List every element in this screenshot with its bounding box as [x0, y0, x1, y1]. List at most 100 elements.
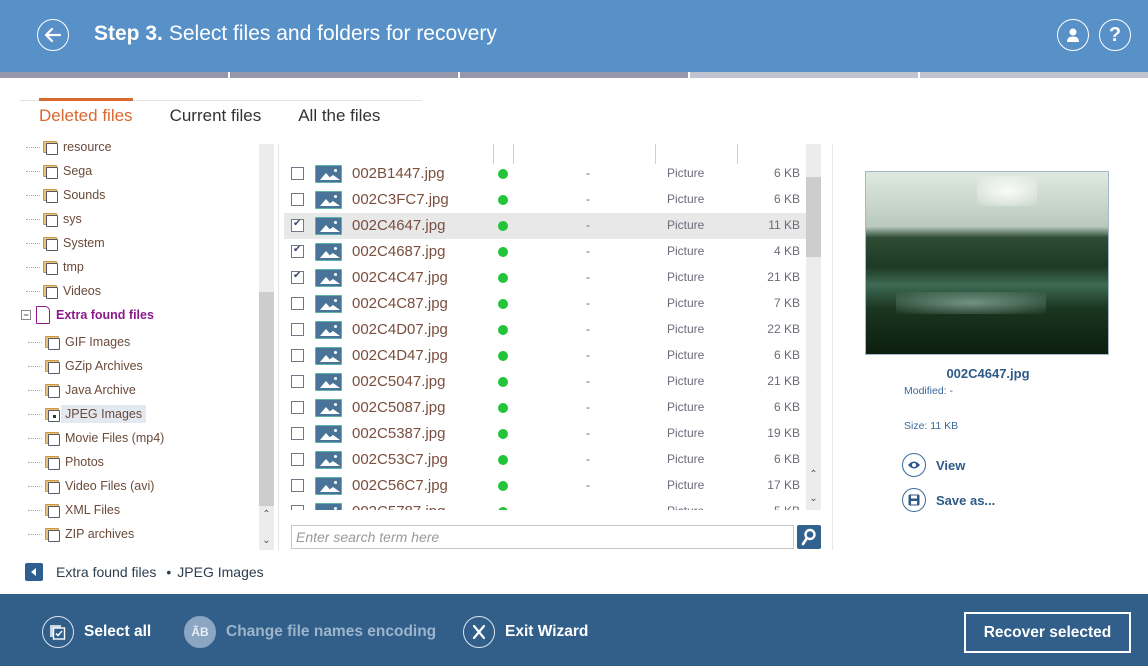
file-checkbox[interactable]: [291, 401, 304, 414]
tab-all-files[interactable]: All the files: [279, 101, 398, 130]
file-row[interactable]: 002C4D47.jpg - Picture 6 KB: [284, 343, 806, 369]
change-encoding-button[interactable]: ÃB Change file names encoding: [184, 616, 436, 648]
file-name[interactable]: 002C5787.jpg: [352, 503, 445, 510]
breadcrumb-back-button[interactable]: [25, 563, 43, 581]
file-name[interactable]: 002C5047.jpg: [352, 373, 445, 390]
select-all-button[interactable]: Select all: [42, 616, 151, 648]
tree-item[interactable]: Sounds: [18, 184, 105, 206]
tree-item[interactable]: XML Files: [20, 499, 120, 521]
search-input[interactable]: [291, 525, 794, 549]
file-row[interactable]: 002C56C7.jpg - Picture 17 KB: [284, 473, 806, 499]
file-row[interactable]: 002B1447.jpg - Picture 6 KB: [284, 161, 806, 187]
tree-checkbox[interactable]: [48, 530, 60, 542]
file-row[interactable]: 002C5047.jpg - Picture 21 KB: [284, 369, 806, 395]
file-name[interactable]: 002C4D47.jpg: [352, 347, 448, 364]
tree-item[interactable]: GIF Images: [20, 331, 130, 353]
file-row[interactable]: 002C5387.jpg - Picture 19 KB: [284, 421, 806, 447]
tree-item[interactable]: ZIP archives: [20, 523, 134, 545]
tree-item[interactable]: Video Files (avi): [20, 475, 154, 497]
back-button[interactable]: [37, 19, 69, 51]
collapse-icon[interactable]: −: [21, 310, 31, 320]
tree-checkbox[interactable]: [48, 362, 60, 374]
file-name[interactable]: 002B1447.jpg: [352, 165, 445, 182]
tree-item[interactable]: System: [18, 232, 105, 254]
tab-current-files[interactable]: Current files: [151, 101, 280, 130]
file-checkbox[interactable]: [291, 297, 304, 310]
file-checkbox[interactable]: [291, 453, 304, 466]
tree-checkbox[interactable]: [46, 191, 58, 203]
breadcrumb-item[interactable]: Extra found files: [56, 564, 156, 580]
tree-checkbox[interactable]: [48, 506, 60, 518]
tree-checkbox[interactable]: [46, 167, 58, 179]
tree-item[interactable]: Movie Files (mp4): [20, 427, 164, 449]
tab-deleted-files[interactable]: Deleted files: [20, 98, 151, 130]
file-checkbox[interactable]: [291, 375, 304, 388]
tree-checkbox[interactable]: [46, 215, 58, 227]
recover-selected-button[interactable]: Recover selected: [964, 612, 1131, 653]
file-name[interactable]: 002C5387.jpg: [352, 425, 445, 442]
file-checkbox[interactable]: [291, 244, 304, 258]
scroll-down-icon[interactable]: ⌄: [259, 534, 274, 548]
file-name[interactable]: 002C53C7.jpg: [352, 451, 448, 468]
file-name[interactable]: 002C3FC7.jpg: [352, 191, 449, 208]
exit-wizard-button[interactable]: Exit Wizard: [463, 616, 588, 648]
file-name[interactable]: 002C4C87.jpg: [352, 295, 448, 312]
scroll-up-icon[interactable]: ⌃: [259, 508, 274, 522]
file-row[interactable]: 002C53C7.jpg - Picture 6 KB: [284, 447, 806, 473]
file-checkbox[interactable]: [291, 349, 304, 362]
file-name[interactable]: 002C4D07.jpg: [352, 321, 448, 338]
file-name[interactable]: 002C4687.jpg: [352, 243, 445, 260]
file-name[interactable]: 002C4647.jpg: [352, 217, 445, 234]
tree-checkbox[interactable]: [48, 410, 60, 422]
file-row[interactable]: 002C3FC7.jpg - Picture 6 KB: [284, 187, 806, 213]
file-row[interactable]: 002C4687.jpg - Picture 4 KB: [284, 239, 806, 265]
scroll-down-icon[interactable]: ⌄: [806, 492, 821, 506]
save-as-button[interactable]: Save as...: [902, 488, 995, 512]
tree-checkbox[interactable]: [46, 143, 58, 155]
file-checkbox[interactable]: [291, 427, 304, 440]
breadcrumb-item[interactable]: JPEG Images: [177, 564, 263, 580]
tree-checkbox[interactable]: [48, 458, 60, 470]
file-row[interactable]: 002C4647.jpg - Picture 11 KB: [284, 213, 806, 239]
tree-checkbox[interactable]: [48, 482, 60, 494]
file-list-scrollbar-thumb[interactable]: [806, 177, 821, 257]
help-button[interactable]: ?: [1099, 19, 1131, 51]
search-button[interactable]: [797, 525, 821, 549]
tree-item[interactable]: tmp: [18, 256, 84, 278]
tree-checkbox[interactable]: [46, 239, 58, 251]
tree-checkbox[interactable]: [48, 338, 60, 350]
tree-item[interactable]: resource: [18, 136, 112, 158]
file-checkbox[interactable]: [291, 167, 304, 180]
pane-divider[interactable]: [832, 144, 833, 550]
tree-item[interactable]: sys: [18, 208, 82, 230]
file-row[interactable]: 002C5087.jpg - Picture 6 KB: [284, 395, 806, 421]
file-name[interactable]: 002C4C47.jpg: [352, 269, 448, 286]
file-name[interactable]: 002C56C7.jpg: [352, 477, 448, 494]
tree-scrollbar-thumb[interactable]: [259, 292, 274, 506]
file-row[interactable]: 002C4C47.jpg - Picture 21 KB: [284, 265, 806, 291]
file-name[interactable]: 002C5087.jpg: [352, 399, 445, 416]
account-button[interactable]: [1057, 19, 1089, 51]
tree-checkbox[interactable]: [48, 386, 60, 398]
scroll-up-icon[interactable]: ⌃: [806, 468, 821, 482]
tree-item[interactable]: GZip Archives: [20, 355, 143, 377]
file-checkbox[interactable]: [291, 193, 304, 206]
file-list-scrollbar[interactable]: ⌃ ⌄: [806, 144, 821, 510]
file-row[interactable]: 002C4C87.jpg - Picture 7 KB: [284, 291, 806, 317]
pane-divider[interactable]: [278, 144, 279, 550]
tree-item[interactable]: JPEG Images: [20, 403, 147, 425]
tree-item[interactable]: Java Archive: [20, 379, 136, 401]
tree-scrollbar[interactable]: ⌃ ⌄: [259, 144, 274, 550]
file-row[interactable]: 002C4D07.jpg - Picture 22 KB: [284, 317, 806, 343]
tree-item[interactable]: Photos: [20, 451, 104, 473]
file-row[interactable]: 002C5787.jpg - Picture 5 KB: [284, 499, 806, 510]
file-checkbox[interactable]: [291, 323, 304, 336]
view-button[interactable]: View: [902, 453, 965, 477]
tree-item[interactable]: Sega: [18, 160, 92, 182]
file-checkbox[interactable]: [291, 505, 304, 510]
tree-checkbox[interactable]: [46, 263, 58, 275]
tree-checkbox[interactable]: [48, 434, 60, 446]
tree-item[interactable]: Videos: [18, 280, 101, 302]
file-checkbox[interactable]: [291, 479, 304, 492]
file-checkbox[interactable]: [291, 218, 304, 232]
